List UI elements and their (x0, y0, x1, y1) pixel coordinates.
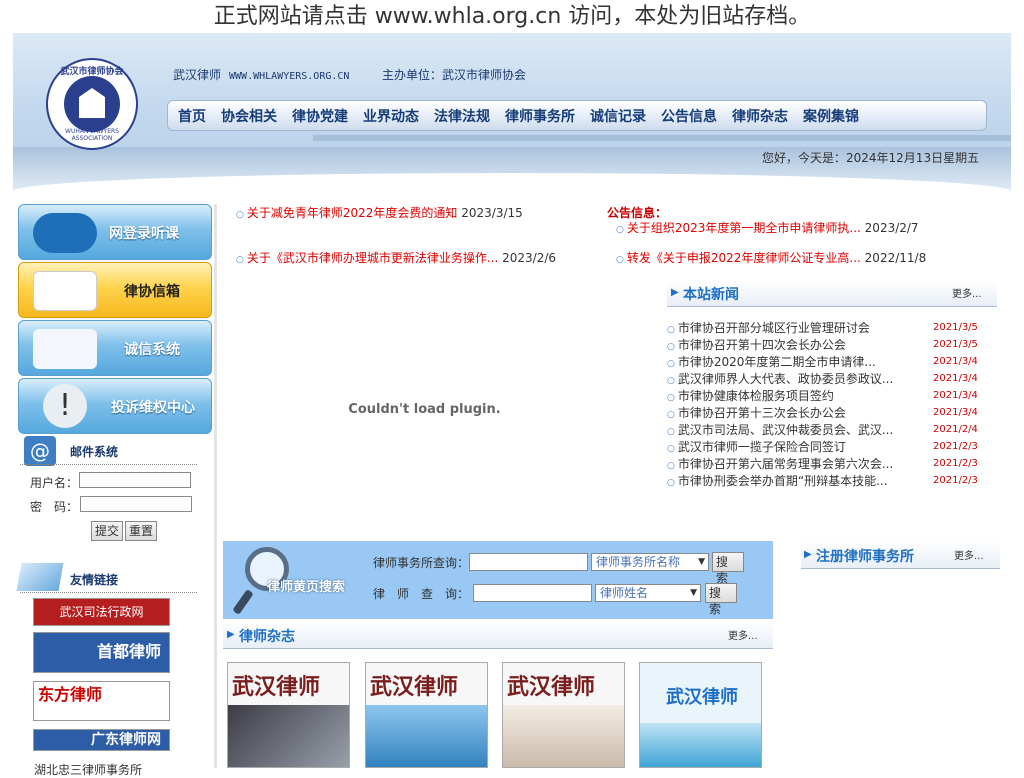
list-item[interactable]: ○ 市律协召开第六届常务理事会第六次会... 2021/2/3 (667, 456, 997, 473)
nav-party[interactable]: 律协党建 (292, 106, 348, 126)
registered-firms-header: ▶ 注册律师事务所 更多... (801, 541, 1000, 569)
reset-button[interactable]: 重置 (125, 521, 158, 541)
mailbox-button[interactable]: 律协信箱 (18, 262, 212, 318)
main-nav: 首页 协会相关 律协党建 业界动态 法律法规 律师事务所 诚信记录 公告信息 律… (167, 100, 987, 131)
magazine-cover[interactable]: 武汉律师 (639, 662, 762, 768)
site-news-list: ○ 市律协召开部分城区行业管理研讨会 2021/3/5 ○ 市律协召开第十四次会长办公… (667, 320, 997, 490)
lawyer-search-input[interactable] (473, 584, 592, 602)
list-item[interactable]: ○ 市律协刑委会举办首期“刑辩基本技能... 2021/2/3 (667, 473, 997, 490)
mail-system-title: 邮件系统 (70, 445, 119, 459)
site-news-title: 本站新闻 (683, 287, 739, 303)
list-item[interactable]: ○ 市律协召开部分城区行业管理研讨会 2021/3/5 (667, 320, 997, 337)
magazine-title: 律师杂志 (239, 629, 295, 645)
site-news-header: ▶ 本站新闻 更多... (667, 279, 997, 307)
list-item[interactable]: ○ 市律协召开第十三次会长办公会 2021/3/4 (667, 405, 997, 422)
at-sign-icon: @ (24, 436, 56, 466)
top-news-item[interactable]: ○ 关于减免青年律师2022年度会费的通知 2023/3/15 (236, 204, 523, 221)
username-input[interactable] (79, 472, 191, 488)
list-item[interactable]: ○ 武汉市司法局、武汉仲裁委员会、武汉... 2021/2/4 (667, 422, 997, 439)
exclamation-icon: ! (43, 384, 87, 428)
nav-laws[interactable]: 法律法规 (434, 106, 490, 126)
lawyer-search-button[interactable]: 搜 索 (705, 583, 737, 616)
site-name: 武汉律师 WWW.WHLAWYERS.ORG.CN (173, 68, 350, 82)
host-org: 主办单位：武汉市律师协会 (382, 68, 527, 82)
link-capital-lawyers[interactable]: 首都律师 (33, 632, 170, 673)
nav-association[interactable]: 协会相关 (221, 106, 277, 126)
firm-search-button[interactable]: 搜 索 (712, 552, 744, 585)
registered-firms-title: 注册律师事务所 (816, 549, 914, 565)
friendly-links-title: 友情链接 (70, 573, 119, 587)
submit-button[interactable]: 提交 (91, 521, 124, 541)
password-input[interactable] (80, 496, 192, 512)
nav-industry-news[interactable]: 业界动态 (363, 106, 419, 126)
lawyer-search-select[interactable]: 律师姓名 ▼ (595, 584, 701, 602)
firm-search-select[interactable]: 律师事务所名称 ▼ (591, 553, 709, 571)
complaint-center-button[interactable]: ! 投诉维权中心 (18, 378, 212, 434)
online-course-button[interactable]: 网登录听课 (18, 204, 212, 260)
list-item[interactable]: ○ 市律协2020年度第二期全市申请律... 2021/3/4 (667, 354, 997, 371)
username-label: 用户名： (30, 476, 79, 490)
lawyer-search-panel: 律师黄页搜索 律师事务所查询： 律师事务所名称 ▼ 搜 索 律 师 查 询： 律师… (223, 541, 773, 619)
date-greeting: 您好，今天是：2024年12月13日星期五 (762, 151, 980, 165)
password-label: 密 码： (30, 500, 79, 514)
magazine-more-link[interactable]: 更多... (728, 627, 758, 642)
nav-announcements[interactable]: 公告信息 (661, 106, 717, 126)
list-item[interactable]: ○ 武汉市律师一揽子保险合同签订 2021/2/3 (667, 439, 997, 456)
nav-law-firms[interactable]: 律师事务所 (505, 106, 575, 126)
triangle-right-icon: ▶ (227, 629, 235, 640)
announcement-item[interactable]: ○ 关于组织2023年度第一期全市申请律师执... 2023/2/7 (616, 219, 919, 236)
plugin-placeholder: Couldn't load plugin. (222, 282, 627, 532)
triangle-right-icon: ▶ (671, 287, 679, 298)
firm-search-input[interactable] (469, 553, 588, 571)
list-item[interactable]: ○ 市律协健康体检服务项目签约 2021/3/4 (667, 388, 997, 405)
link-wuhan-justice[interactable]: 武汉司法行政网 (33, 598, 170, 626)
nav-magazine[interactable]: 律师杂志 (732, 106, 788, 126)
nav-home[interactable]: 首页 (178, 106, 206, 126)
magazine-cover[interactable]: 武汉律师 (365, 662, 488, 768)
firm-search-label: 律师事务所查询： (373, 556, 470, 570)
integrity-system-button[interactable]: 诚信系统 (18, 320, 212, 376)
list-item[interactable]: ○ 武汉律师界人大代表、政协委员参政议... 2021/3/4 (667, 371, 997, 388)
nav-cases[interactable]: 案例集锦 (803, 106, 859, 126)
list-item[interactable]: ○ 市律协召开第十四次会长办公会 2021/3/5 (667, 337, 997, 354)
click-icon (33, 213, 97, 253)
triangle-right-icon: ▶ (804, 549, 812, 560)
lawyer-search-label: 律 师 查 询： (373, 587, 470, 601)
announcement-item[interactable]: ○ 转发《关于申报2022年度律师公证专业高... 2022/11/8 (616, 249, 926, 266)
site-url: WWW.WHLAWYERS.ORG.CN (229, 71, 350, 82)
nav-integrity[interactable]: 诚信记录 (590, 106, 646, 126)
link-eastern-lawyers[interactable]: 东方律师 (33, 681, 170, 721)
archive-notice: 正式网站请点击 www.whla.org.cn 访问，本处为旧站存档。 (213, 4, 811, 29)
magazine-cover[interactable]: 武汉律师 (227, 662, 350, 768)
links-icon (16, 563, 64, 591)
link-guangdong-lawyers[interactable]: 广东律师网 (33, 729, 170, 751)
association-logo[interactable]: 武汉市律师协会 WUHAN LAWYERS ASSOCIATION (46, 58, 138, 150)
magazine-cover[interactable]: 武汉律师 (502, 662, 625, 768)
envelope-icon (33, 271, 97, 311)
search-banner-title: 律师黄页搜索 (267, 580, 346, 595)
top-news-item[interactable]: ○ 关于《武汉市律师办理城市更新法律业务操作... 2023/2/6 (236, 249, 556, 266)
site-news-more-link[interactable]: 更多... (952, 285, 982, 300)
magazine-header: ▶ 律师杂志 更多... (223, 621, 773, 649)
sidebar-bottom-text: 湖北忠三律师事务所 (34, 763, 143, 777)
registered-firms-more-link[interactable]: 更多... (954, 547, 984, 562)
document-pen-icon (33, 329, 97, 369)
